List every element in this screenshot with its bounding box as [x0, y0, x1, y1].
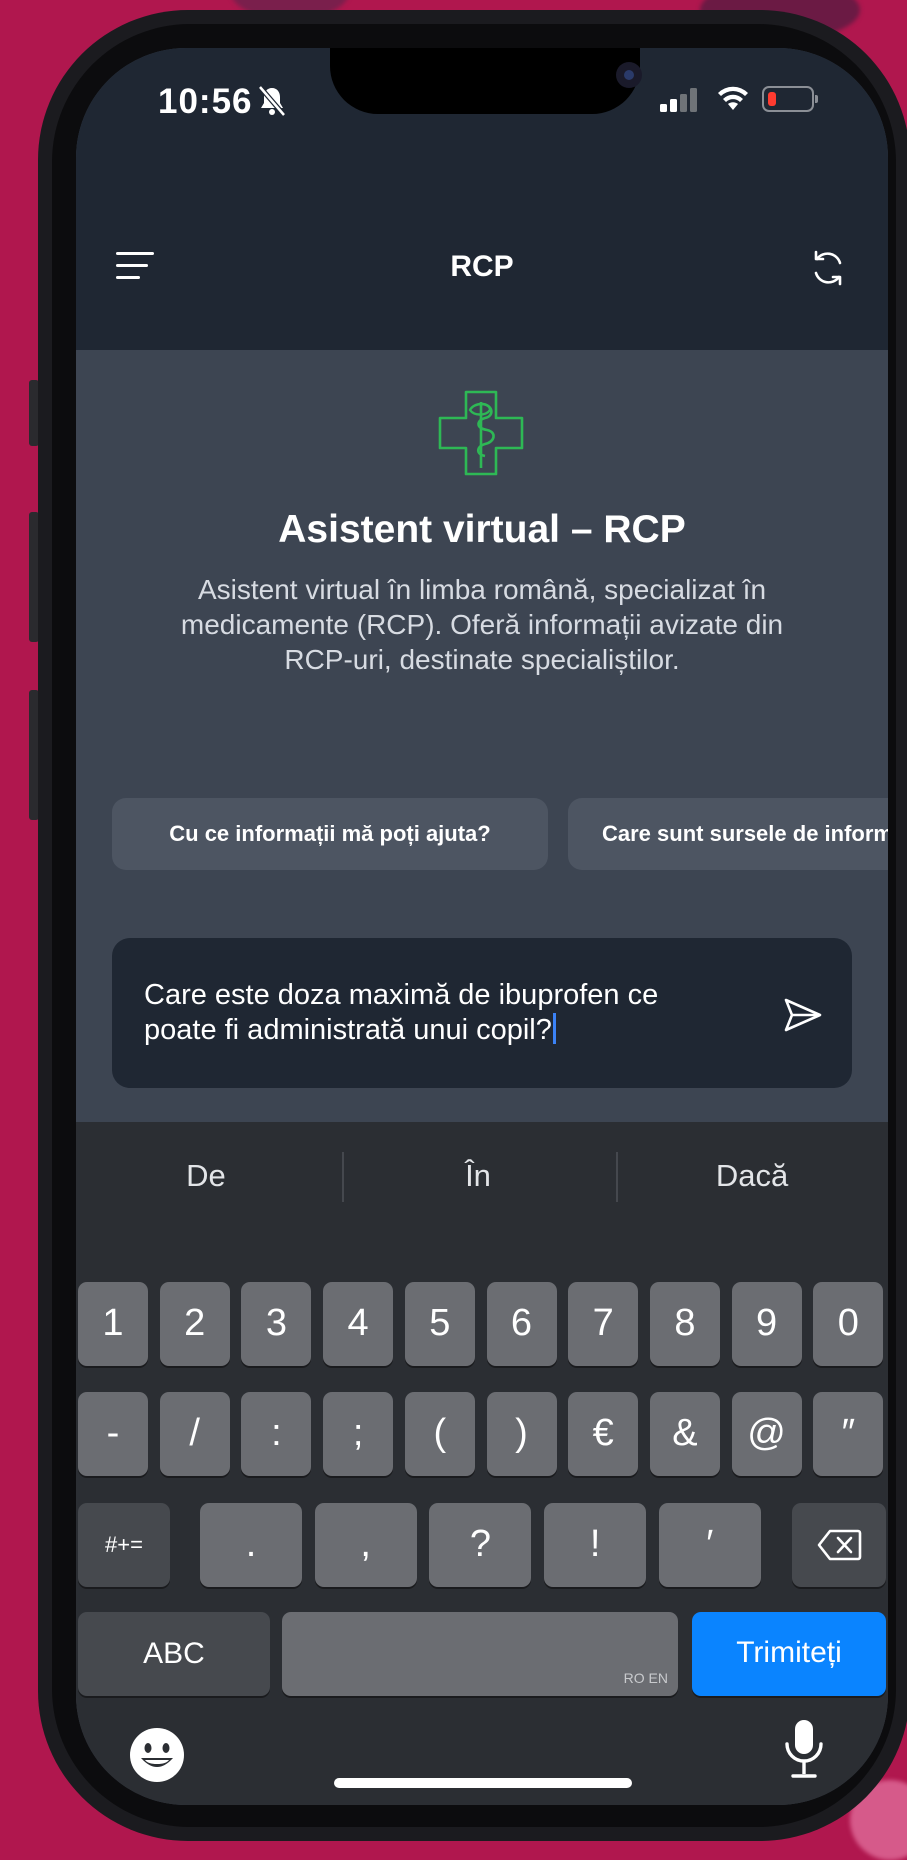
keyboard-suggestion[interactable]: Dacă: [622, 1158, 882, 1194]
battery-low-icon: [762, 86, 818, 112]
key-label: 5: [429, 1302, 451, 1344]
key-9[interactable]: 9: [731, 1282, 802, 1366]
key-1[interactable]: 1: [78, 1282, 148, 1366]
camera-notch: [330, 48, 642, 114]
key-label: ABC: [143, 1637, 205, 1670]
home-indicator[interactable]: [334, 1778, 632, 1788]
suggestion-chip-label: Cu ce informații mă poți ajuta?: [169, 821, 491, 846]
key-7[interactable]: 7: [568, 1282, 639, 1366]
onscreen-keyboard: De În Dacă #+= ABC RO EN Trimiteți 1 2 3…: [76, 1122, 888, 1805]
key-label: #+=: [105, 1532, 143, 1557]
key-label: 7: [592, 1302, 614, 1344]
key-label: &: [672, 1412, 698, 1454]
key-?[interactable]: ?: [429, 1503, 532, 1587]
keyboard-suggestion[interactable]: De: [76, 1158, 336, 1194]
suggestion-divider: [616, 1152, 618, 1202]
key-0[interactable]: 0: [813, 1282, 884, 1366]
space-key[interactable]: RO EN: [282, 1612, 678, 1696]
suggestion-divider: [342, 1152, 344, 1202]
key-label: /: [189, 1412, 200, 1454]
microphone-icon[interactable]: [782, 1718, 826, 1782]
space-language-label: RO EN: [623, 1670, 668, 1686]
key-label: @: [747, 1412, 786, 1454]
backspace-key[interactable]: [792, 1503, 886, 1587]
message-input-text[interactable]: Care este doza maximă de ibuprofen ce po…: [144, 978, 704, 1048]
key-label: 8: [674, 1302, 696, 1344]
more-symbols-key[interactable]: #+=: [78, 1503, 170, 1587]
key-label: 9: [756, 1302, 778, 1344]
key-&[interactable]: &: [649, 1392, 720, 1476]
key-)[interactable]: ): [486, 1392, 557, 1476]
assistant-description: Asistent virtual în limba română, specia…: [180, 574, 784, 675]
text-cursor: [552, 1013, 556, 1044]
emoji-icon[interactable]: [128, 1726, 186, 1784]
key-6[interactable]: 6: [486, 1282, 557, 1366]
key-label: .: [245, 1523, 257, 1565]
key-,[interactable]: ,: [314, 1503, 417, 1587]
key-8[interactable]: 8: [649, 1282, 720, 1366]
key-label: 4: [347, 1302, 369, 1344]
key-″[interactable]: ″: [813, 1392, 884, 1476]
suggestion-chip[interactable]: Care sunt sursele de informații?: [568, 798, 888, 870]
suggestion-chip-label: Care sunt sursele de informații?: [602, 821, 888, 846]
key-@[interactable]: @: [731, 1392, 802, 1476]
status-time: 10:56: [158, 82, 253, 121]
key-;[interactable]: ;: [323, 1392, 394, 1476]
cellular-signal-icon: [660, 88, 697, 112]
key-label: ?: [469, 1523, 491, 1565]
suggestion-chip[interactable]: Cu ce informații mă poți ajuta?: [112, 798, 548, 870]
key-![interactable]: !: [544, 1503, 647, 1587]
status-bar: 10:56: [76, 48, 888, 188]
key-label: ″: [841, 1412, 856, 1454]
message-input-value: Care este doza maximă de ibuprofen ce po…: [144, 979, 659, 1046]
front-camera: [616, 62, 642, 88]
app-header: RCP: [76, 188, 888, 350]
key-label: 3: [265, 1302, 287, 1344]
key-label: ): [515, 1412, 528, 1454]
send-key[interactable]: Trimiteți: [692, 1612, 886, 1696]
key-label: 2: [184, 1302, 206, 1344]
key-/[interactable]: /: [159, 1392, 230, 1476]
key--[interactable]: -: [78, 1392, 148, 1476]
key-label: 0: [837, 1302, 859, 1344]
key-label: :: [271, 1412, 282, 1454]
key-label: Trimiteți: [736, 1636, 842, 1669]
key-′[interactable]: ′: [658, 1503, 761, 1587]
message-input[interactable]: Care este doza maximă de ibuprofen ce po…: [112, 938, 852, 1088]
backspace-icon: [817, 1529, 862, 1561]
refresh-icon[interactable]: [808, 248, 848, 288]
key-label: ;: [352, 1412, 364, 1454]
key-5[interactable]: 5: [404, 1282, 475, 1366]
bell-slash-icon: [258, 85, 286, 117]
keyboard-suggestion[interactable]: În: [348, 1158, 608, 1194]
key-4[interactable]: 4: [323, 1282, 394, 1366]
key-label: €: [592, 1412, 614, 1454]
wifi-icon: [718, 86, 748, 110]
key-label: 1: [102, 1302, 124, 1344]
key-2[interactable]: 2: [159, 1282, 230, 1366]
key-label: (: [433, 1412, 447, 1454]
key-label: !: [589, 1523, 601, 1565]
app-screen: 10:56 RCP Asistent virtual – RCP Asisten…: [76, 48, 888, 1805]
key-3[interactable]: 3: [241, 1282, 312, 1366]
key-label: ′: [706, 1523, 714, 1565]
page-title: RCP: [450, 250, 514, 283]
key-label: ,: [360, 1523, 371, 1565]
key-([interactable]: (: [404, 1392, 475, 1476]
key-.[interactable]: .: [200, 1503, 302, 1587]
key-:[interactable]: :: [241, 1392, 312, 1476]
key-€[interactable]: €: [568, 1392, 639, 1476]
abc-key[interactable]: ABC: [78, 1612, 270, 1696]
key-label: -: [106, 1412, 120, 1454]
key-label: 6: [510, 1302, 533, 1344]
assistant-title: Asistent virtual – RCP: [278, 508, 686, 551]
medical-cross-caduceus-icon: [438, 390, 524, 476]
send-icon[interactable]: [782, 994, 824, 1036]
